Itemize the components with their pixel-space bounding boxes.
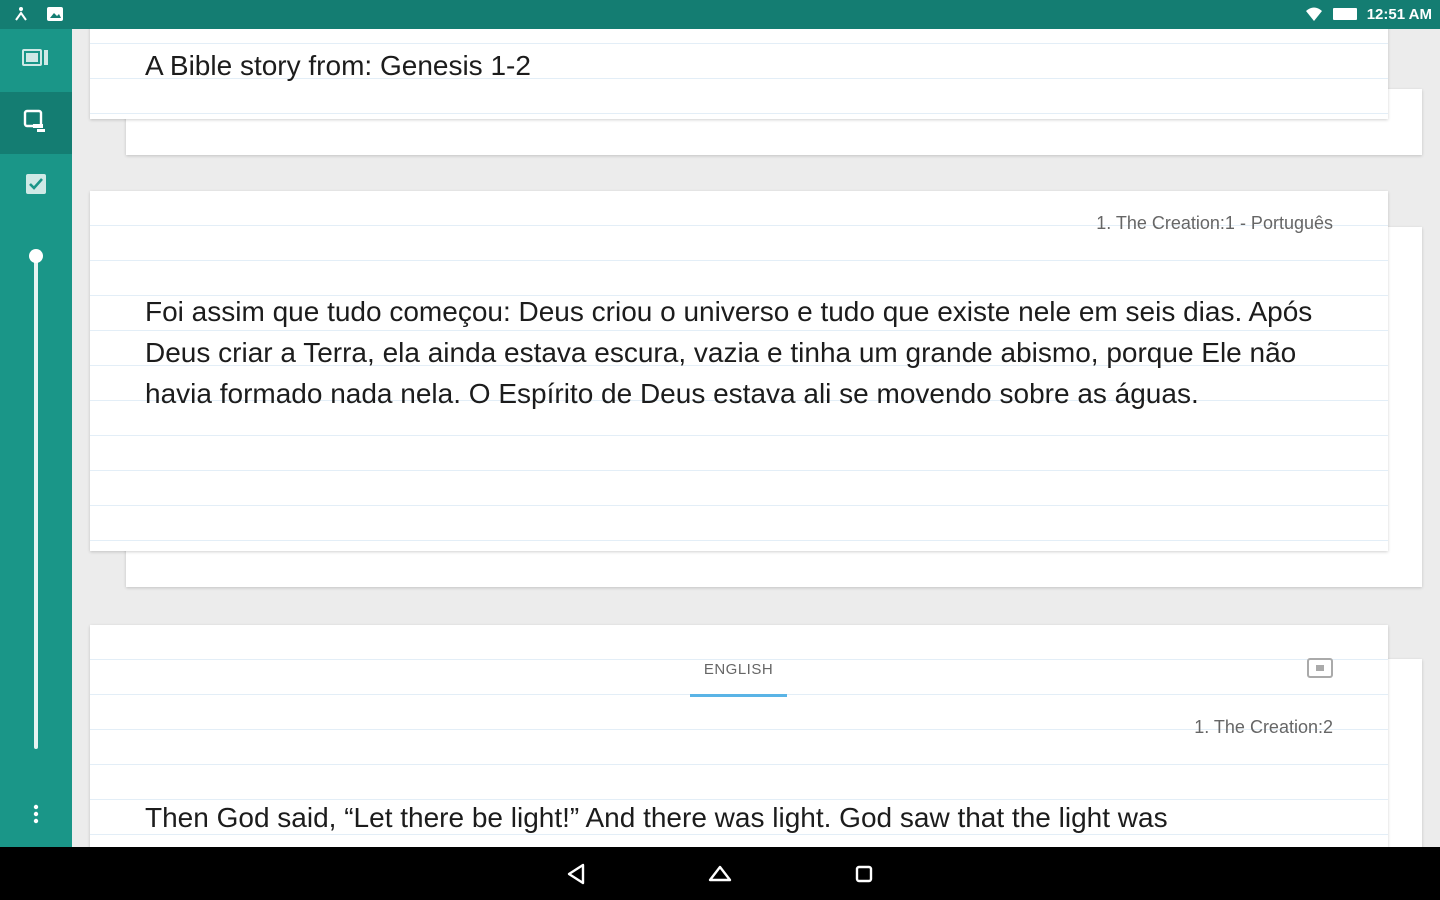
scroll-track[interactable] [34,257,38,749]
slides-icon [23,108,49,138]
system-nav-bar [0,847,1440,900]
portuguese-slide-card[interactable]: 1. The Creation:1 - Português Foi assim … [90,191,1388,551]
back-icon[interactable] [559,857,593,891]
slide-reference: 1. The Creation:2 [1194,717,1333,737]
content-area: A Bible story from: Genesis 1-2 1. The C… [72,29,1440,847]
rail-item-slides[interactable] [0,92,72,154]
rail-item-checklist[interactable] [0,155,72,217]
slideshow-icon[interactable] [1307,657,1333,679]
person-icon [14,6,32,24]
side-rail [0,29,72,847]
recents-icon[interactable] [847,857,881,891]
story-intro-text: A Bible story from: Genesis 1-2 [145,50,531,81]
slide-text: Then God said, “Let there be light!” And… [145,802,1168,833]
battery-icon [1332,8,1357,20]
more-vert-icon[interactable] [26,799,46,829]
english-slide-card[interactable]: ENGLISH 1. The Creation:2 Then God said,… [90,625,1388,847]
story-intro-card[interactable]: A Bible story from: Genesis 1-2 [90,29,1388,119]
slide-text: Foi assim que tudo começou: Deus criou o… [145,296,1313,409]
scroll-handle[interactable] [29,249,43,263]
home-icon[interactable] [703,857,737,891]
checkbox-icon [24,172,48,200]
tab-english[interactable]: ENGLISH [690,653,787,697]
image-icon [46,6,64,24]
status-bar: 12:51 AM [0,0,1440,29]
wifi-icon [1305,5,1323,23]
rail-item-library[interactable] [0,29,72,91]
status-time: 12:51 AM [1366,5,1432,23]
slide-reference: 1. The Creation:1 - Português [1096,213,1333,233]
book-icon [22,47,50,73]
